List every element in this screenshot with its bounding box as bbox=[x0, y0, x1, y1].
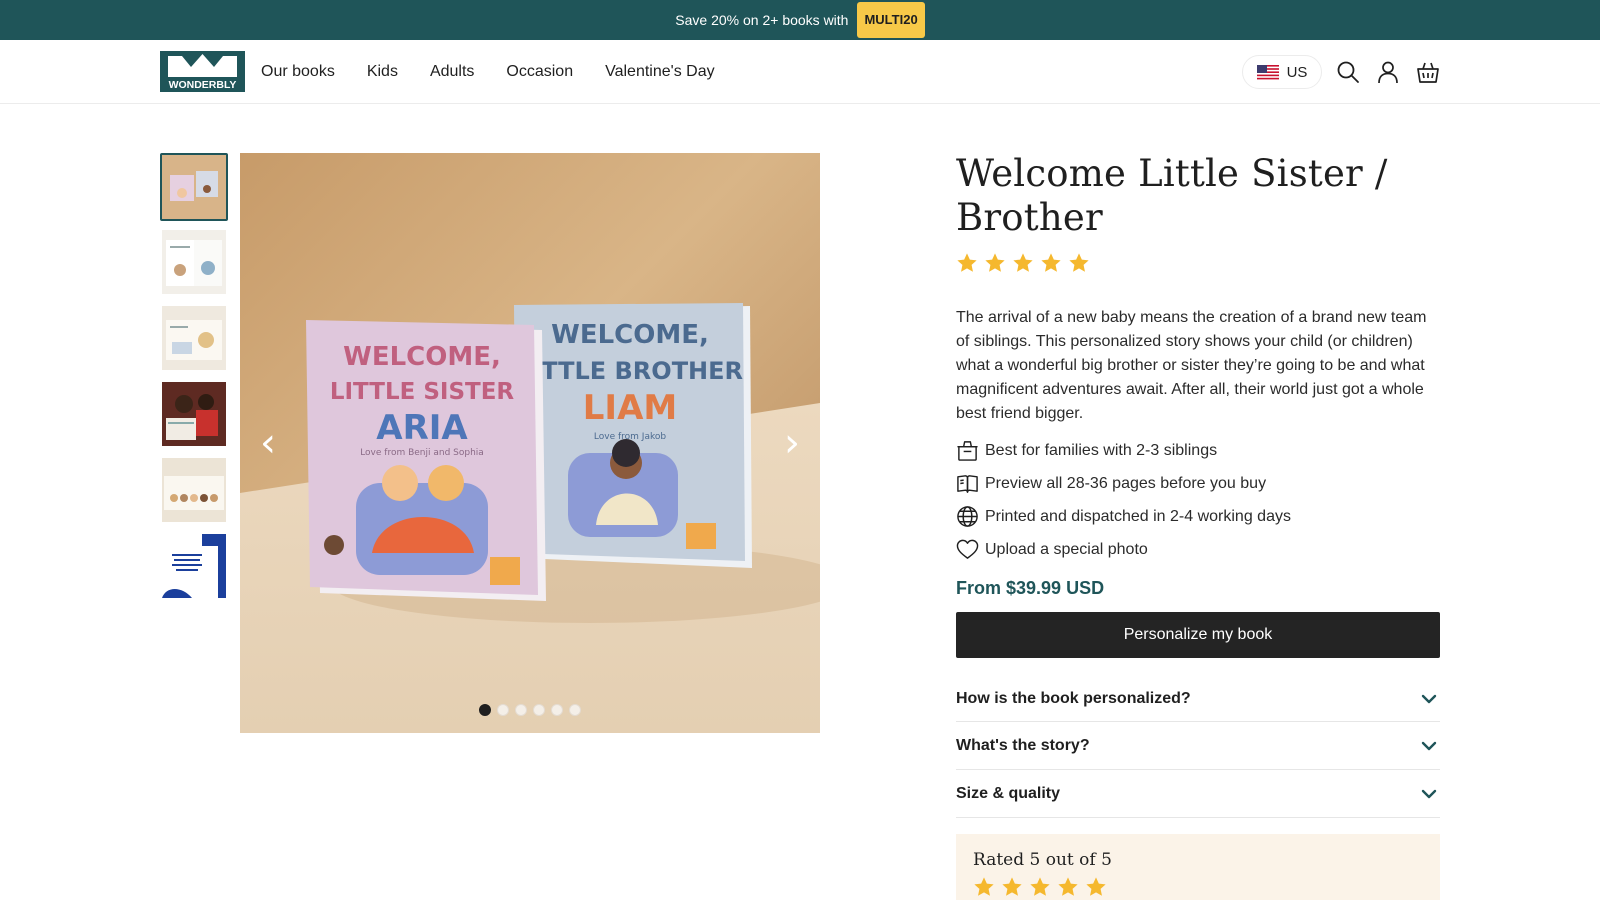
book-brother: WELCOME, LITTLE BROTHER LIAM Love from J… bbox=[514, 303, 752, 568]
basket-icon[interactable] bbox=[1416, 60, 1440, 84]
accordion-how-personalized[interactable]: How is the book personalized? bbox=[956, 676, 1440, 722]
feature-item: Best for families with 2-3 siblings bbox=[956, 434, 1440, 467]
feature-item: Preview all 28-36 pages before you buy bbox=[956, 467, 1440, 500]
accordion-size-quality[interactable]: Size & quality bbox=[956, 770, 1440, 818]
carousel-dot-3[interactable] bbox=[515, 704, 527, 716]
price-prefix: From bbox=[956, 578, 1001, 598]
heart-icon bbox=[956, 539, 979, 559]
accordion-label: What's the story? bbox=[956, 736, 1090, 754]
promo-bar: Save 20% on 2+ books with MULTI20 bbox=[0, 0, 1600, 40]
chevron-down-icon bbox=[1421, 694, 1437, 703]
svg-text:LITTLE BROTHER: LITTLE BROTHER bbox=[517, 357, 743, 385]
locale-label: US bbox=[1286, 63, 1308, 81]
thumbnail-3[interactable] bbox=[162, 306, 226, 370]
price-value: $39.99 USD bbox=[1006, 578, 1105, 598]
thumbnail-6[interactable] bbox=[162, 534, 226, 598]
star-icon bbox=[1069, 253, 1089, 272]
carousel-next-button[interactable]: › bbox=[774, 415, 810, 471]
nav-occasion[interactable]: Occasion bbox=[506, 63, 573, 81]
product-photo: WELCOME, LITTLE BROTHER LIAM Love from J… bbox=[240, 153, 820, 733]
feature-item: Upload a special photo bbox=[956, 533, 1440, 566]
account-icon[interactable] bbox=[1376, 60, 1400, 84]
svg-text:LIAM: LIAM bbox=[583, 388, 677, 428]
thumbnail-5[interactable] bbox=[162, 458, 226, 522]
thumbnail-4[interactable] bbox=[162, 382, 226, 446]
nav-valentines-day[interactable]: Valentine's Day bbox=[605, 63, 714, 81]
globe-icon bbox=[957, 506, 978, 527]
svg-text:LITTLE SISTER: LITTLE SISTER bbox=[330, 379, 515, 405]
nav-kids[interactable]: Kids bbox=[367, 63, 398, 81]
carousel-dot-4[interactable] bbox=[533, 704, 545, 716]
chevron-down-icon bbox=[1421, 741, 1437, 750]
wonderbly-logo[interactable]: WONDERBLY bbox=[160, 51, 245, 92]
star-icon bbox=[985, 253, 1005, 272]
svg-text:WELCOME,: WELCOME, bbox=[343, 342, 501, 372]
personalize-button[interactable]: Personalize my book bbox=[956, 612, 1440, 658]
thumbnail-2[interactable] bbox=[162, 230, 226, 294]
us-flag-icon bbox=[1256, 64, 1279, 80]
feature-text: Best for families with 2-3 siblings bbox=[985, 441, 1218, 459]
logo-text: WONDERBLY bbox=[169, 79, 237, 91]
nav-adults[interactable]: Adults bbox=[430, 63, 474, 81]
star-icon bbox=[974, 877, 994, 896]
carousel-dot-6[interactable] bbox=[569, 704, 581, 716]
chevron-down-icon bbox=[1421, 789, 1437, 798]
nav-our-books[interactable]: Our books bbox=[261, 63, 335, 81]
feature-item: Printed and dispatched in 2-4 working da… bbox=[956, 500, 1440, 533]
rating-summary-title: Rated 5 out of 5 bbox=[973, 850, 1112, 870]
product-info: Welcome Little Sister / Brother The arri… bbox=[956, 152, 1440, 900]
product-rating-stars[interactable] bbox=[956, 252, 1440, 274]
book-sister: WELCOME, LITTLE SISTER ARIA Love from Be… bbox=[306, 320, 546, 601]
site-header: WONDERBLY Our books Kids Adults Occasion… bbox=[0, 40, 1600, 104]
star-icon bbox=[1013, 253, 1033, 272]
locale-selector[interactable]: US bbox=[1242, 55, 1322, 89]
price: From $39.99 USD bbox=[956, 578, 1440, 599]
feature-text: Upload a special photo bbox=[985, 540, 1148, 558]
feature-text: Preview all 28-36 pages before you buy bbox=[985, 474, 1267, 492]
carousel-dot-2[interactable] bbox=[497, 704, 509, 716]
svg-text:WELCOME,: WELCOME, bbox=[551, 320, 709, 350]
product-image-carousel[interactable]: WELCOME, LITTLE BROTHER LIAM Love from J… bbox=[240, 153, 820, 733]
carousel-prev-button[interactable]: ‹ bbox=[250, 415, 286, 471]
svg-text:Love from Benji and Sophia: Love from Benji and Sophia bbox=[360, 448, 484, 458]
star-icon bbox=[957, 253, 977, 272]
promo-code-badge[interactable]: MULTI20 bbox=[857, 2, 925, 38]
svg-text:ARIA: ARIA bbox=[376, 408, 468, 448]
product-description: The arrival of a new baby means the crea… bbox=[956, 309, 1427, 422]
rating-summary: Rated 5 out of 5 bbox=[956, 834, 1440, 900]
promo-text: Save 20% on 2+ books with bbox=[675, 12, 849, 28]
feature-text: Printed and dispatched in 2-4 working da… bbox=[985, 507, 1291, 525]
rating-summary-stars bbox=[973, 876, 1423, 898]
star-icon bbox=[1002, 877, 1022, 896]
star-icon bbox=[1030, 877, 1050, 896]
main-nav: Our books Kids Adults Occasion Valentine… bbox=[261, 40, 715, 104]
book-icon bbox=[957, 475, 978, 493]
carousel-dot-1[interactable] bbox=[479, 704, 491, 716]
star-icon bbox=[1086, 877, 1106, 896]
gift-icon bbox=[957, 441, 978, 461]
accordion-label: Size & quality bbox=[956, 784, 1061, 802]
accordion: How is the book personalized? What's the… bbox=[956, 676, 1440, 818]
search-icon[interactable] bbox=[1336, 60, 1360, 84]
accordion-label: How is the book personalized? bbox=[956, 689, 1191, 707]
feature-list: Best for families with 2-3 siblings Prev… bbox=[956, 434, 1440, 566]
carousel-dots bbox=[240, 704, 820, 716]
star-icon bbox=[1041, 253, 1061, 272]
carousel-dot-5[interactable] bbox=[551, 704, 563, 716]
product-title: Welcome Little Sister / Brother bbox=[956, 152, 1388, 239]
star-icon bbox=[1058, 877, 1078, 896]
accordion-story[interactable]: What's the story? bbox=[956, 722, 1440, 770]
thumbnail-1[interactable] bbox=[160, 153, 228, 221]
